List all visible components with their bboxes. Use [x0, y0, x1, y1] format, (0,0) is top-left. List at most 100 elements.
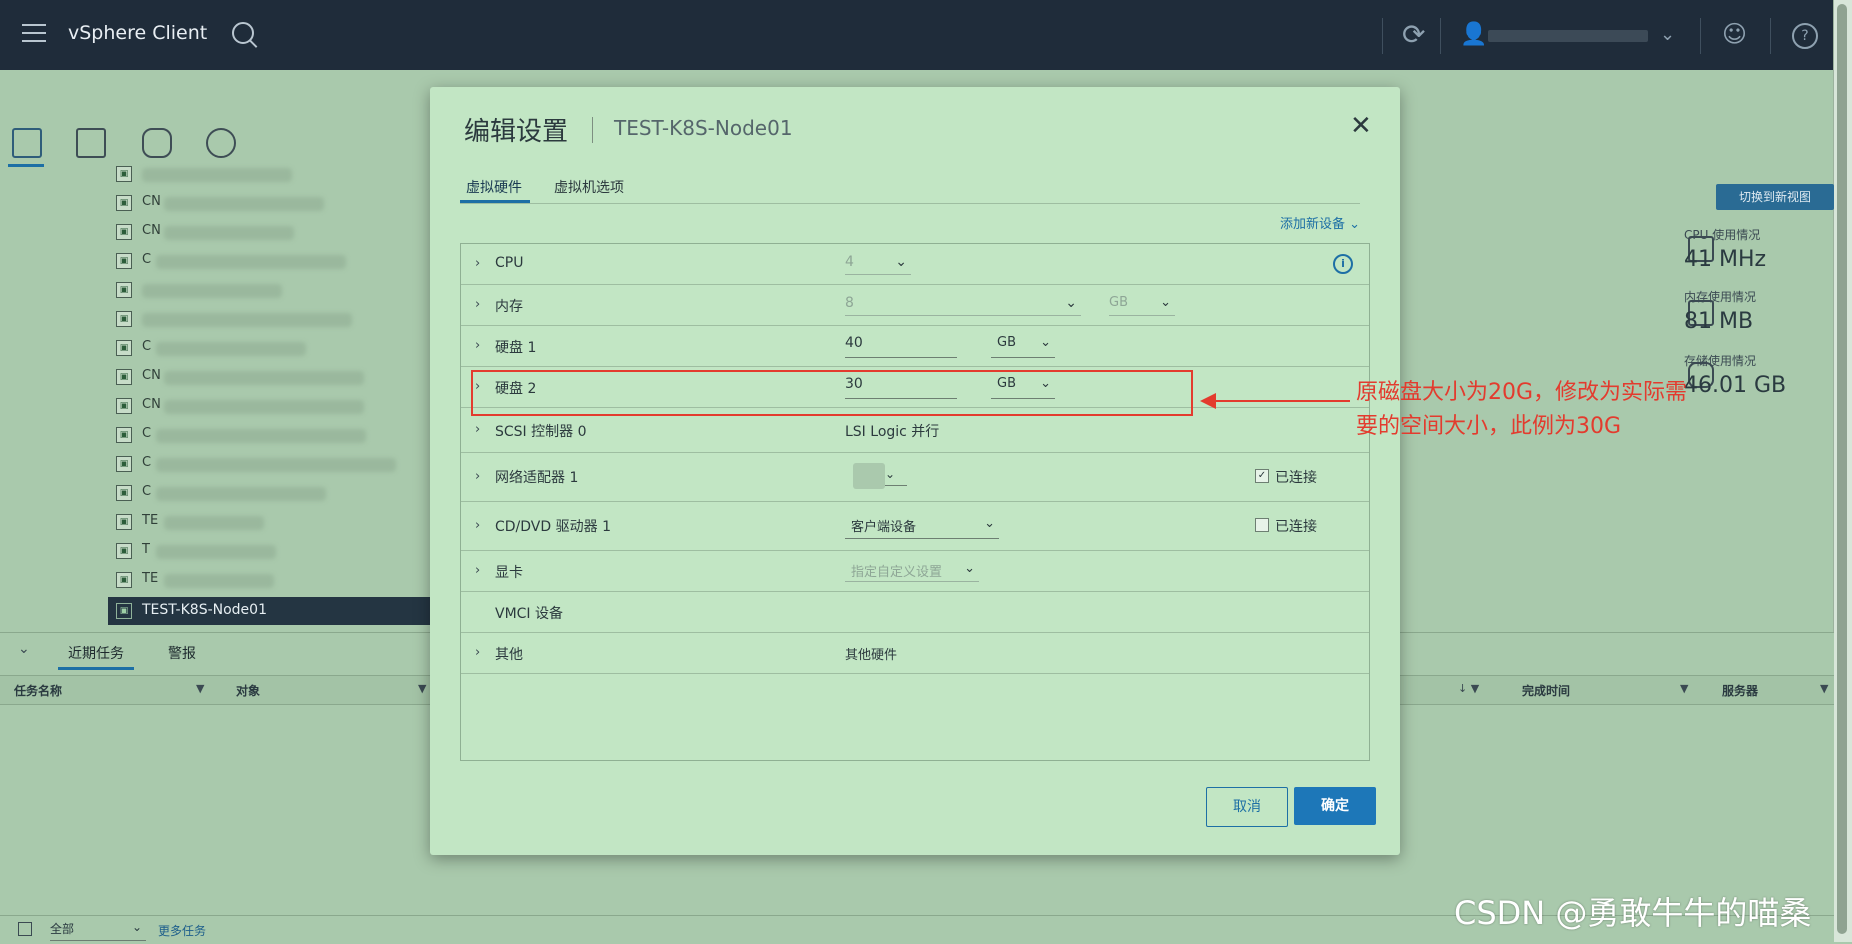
annotation-arrow-head	[1200, 393, 1216, 409]
storage-icon[interactable]	[142, 128, 172, 158]
tree-item[interactable]: ▣ T	[108, 537, 428, 566]
close-icon[interactable]: ✕	[1350, 111, 1372, 141]
tree-item-selected[interactable]: ▣ TEST-K8S-Node01	[108, 597, 438, 625]
more-tasks-link[interactable]: 更多任务	[158, 922, 206, 939]
chevron-down-icon[interactable]: ⌄	[885, 467, 907, 486]
vm-icon: ▣	[116, 456, 132, 472]
row-cd-dvd: › CD/DVD 驱动器 1 客户端设备 ⌄ 已连接	[461, 502, 1369, 551]
app-title: vSphere Client	[68, 22, 208, 44]
vm-icon: ▣	[116, 253, 132, 269]
edit-settings-dialog: 编辑设置 TEST-K8S-Node01 ✕ 虚拟硬件 虚拟机选项 添加新设备 …	[430, 87, 1400, 855]
info-icon[interactable]: i	[1333, 254, 1353, 274]
disk-1-unit-select[interactable]: GB ⌄	[991, 335, 1055, 358]
header-divider	[1700, 18, 1701, 54]
header-divider	[1382, 18, 1383, 54]
vm-icon: ▣	[116, 543, 132, 559]
tree-item[interactable]: ▣ C	[108, 247, 428, 276]
cd-dvd-connected-checkbox[interactable]	[1255, 518, 1269, 532]
vm-icon: ▣	[116, 427, 132, 443]
collapse-chevron-icon[interactable]: ⌄	[18, 641, 30, 657]
filter-icon[interactable]: ▼	[418, 682, 426, 695]
network-select[interactable]	[853, 463, 885, 489]
dialog-tabs: 虚拟硬件 虚拟机选项	[460, 173, 1360, 204]
tab-vm-options[interactable]: 虚拟机选项	[554, 177, 624, 197]
page-scrollbar[interactable]	[1833, 0, 1852, 942]
expand-chevron-icon[interactable]: ›	[475, 338, 480, 353]
help-icon[interactable]: ?	[1792, 23, 1818, 49]
user-icon[interactable]: 👤	[1460, 22, 1487, 47]
vm-icon: ▣	[116, 340, 132, 356]
task-filter-select[interactable]: 全部 ⌄	[50, 920, 146, 941]
top-header-bar: vSphere Client ⟳ 👤 ⌄ ☺ ?	[0, 0, 1852, 70]
tab-active-indicator	[460, 200, 530, 203]
cpu-select[interactable]: 4 ⌄	[845, 254, 911, 275]
vm-icon: ▣	[116, 485, 132, 501]
memory-input[interactable]: 8 ⌄	[845, 295, 1081, 316]
vm-icon: ▣	[116, 166, 132, 182]
disk-1-size-input[interactable]: 40	[845, 335, 957, 358]
feedback-smile-icon[interactable]: ☺	[1722, 20, 1747, 48]
tree-item[interactable]: ▣ CN	[108, 218, 428, 247]
row-vmci-device: VMCI 设备	[461, 592, 1369, 633]
vm-icon: ▣	[116, 398, 132, 414]
tab-active-indicator	[58, 667, 134, 670]
filter-icon[interactable]: ▼	[1820, 682, 1828, 695]
hosts-clusters-icon[interactable]	[12, 128, 42, 158]
column-completion-time[interactable]: 完成时间	[1522, 682, 1570, 699]
tab-virtual-hardware[interactable]: 虚拟硬件	[466, 177, 522, 197]
cd-dvd-source-select[interactable]: 客户端设备 ⌄	[845, 516, 999, 539]
hardware-grid: › CPU 4 ⌄ i › 内存 8 ⌄ GB ⌄ › 硬盘 1 40 GB ⌄ › 硬…	[460, 243, 1370, 761]
sort-down-icon[interactable]: ↓ ▼	[1458, 682, 1479, 695]
tree-item[interactable]: ▣ C	[108, 421, 428, 450]
cancel-button[interactable]: 取消	[1206, 787, 1288, 827]
tree-item[interactable]: ▣	[108, 276, 428, 305]
tree-item[interactable]: ▣ CN	[108, 392, 428, 421]
row-memory: › 内存 8 ⌄ GB ⌄	[461, 285, 1369, 326]
vms-templates-icon[interactable]	[76, 128, 106, 158]
add-new-device-button[interactable]: 添加新设备 ⌄	[1280, 213, 1360, 232]
column-object[interactable]: 对象	[236, 682, 260, 699]
expand-chevron-icon[interactable]: ›	[475, 645, 480, 660]
title-separator	[592, 117, 593, 143]
tree-item[interactable]: ▣	[108, 305, 428, 334]
expand-chevron-icon[interactable]: ›	[475, 518, 480, 533]
disk-2-highlight-box	[471, 370, 1193, 416]
expand-chevron-icon[interactable]: ›	[475, 422, 480, 437]
switch-to-new-view-button[interactable]: 切换到新视图	[1716, 184, 1834, 210]
column-task-name[interactable]: 任务名称	[14, 682, 62, 699]
network-connected-checkbox[interactable]: ✓	[1255, 469, 1269, 483]
tree-item[interactable]: ▣	[108, 160, 428, 189]
columns-toggle-icon[interactable]	[18, 922, 32, 936]
tree-item[interactable]: ▣ C	[108, 479, 428, 508]
tree-item[interactable]: ▣ TE	[108, 508, 428, 537]
memory-unit-select[interactable]: GB ⌄	[1109, 295, 1175, 316]
expand-chevron-icon[interactable]: ›	[475, 297, 480, 312]
tree-item[interactable]: ▣ TE	[108, 566, 428, 595]
refresh-icon[interactable]: ⟳	[1402, 20, 1425, 50]
chevron-down-icon[interactable]: ⌄	[1660, 24, 1675, 45]
scsi-controller-type: LSI Logic 并行	[845, 424, 940, 440]
column-server[interactable]: 服务器	[1722, 682, 1758, 699]
tab-recent-tasks[interactable]: 近期任务	[68, 643, 124, 663]
vm-icon: ▣	[116, 572, 132, 588]
memory-usage: 内存使用情况 81 MB	[1684, 290, 1757, 334]
search-icon[interactable]	[232, 22, 254, 44]
row-cpu: › CPU 4 ⌄ i	[461, 244, 1369, 285]
expand-chevron-icon[interactable]: ›	[475, 563, 480, 578]
user-name-redacted[interactable]	[1488, 30, 1648, 42]
tree-item[interactable]: ▣ C	[108, 334, 428, 363]
video-settings-select[interactable]: 指定自定义设置 ⌄	[845, 561, 979, 582]
tab-alarms[interactable]: 警报	[168, 643, 196, 663]
tree-item[interactable]: ▣ C	[108, 450, 428, 479]
tree-item[interactable]: ▣ CN	[108, 189, 428, 218]
filter-icon[interactable]: ▼	[196, 682, 204, 695]
filter-icon[interactable]: ▼	[1680, 682, 1688, 695]
networking-icon[interactable]	[206, 128, 236, 158]
expand-chevron-icon[interactable]: ›	[475, 256, 480, 271]
selected-vm-label: TEST-K8S-Node01	[142, 602, 267, 618]
ok-button[interactable]: 确定	[1294, 787, 1376, 825]
nav-active-indicator	[8, 164, 44, 167]
hamburger-menu-icon[interactable]	[22, 24, 46, 42]
tree-item[interactable]: ▣ CN	[108, 363, 428, 392]
expand-chevron-icon[interactable]: ›	[475, 469, 480, 484]
